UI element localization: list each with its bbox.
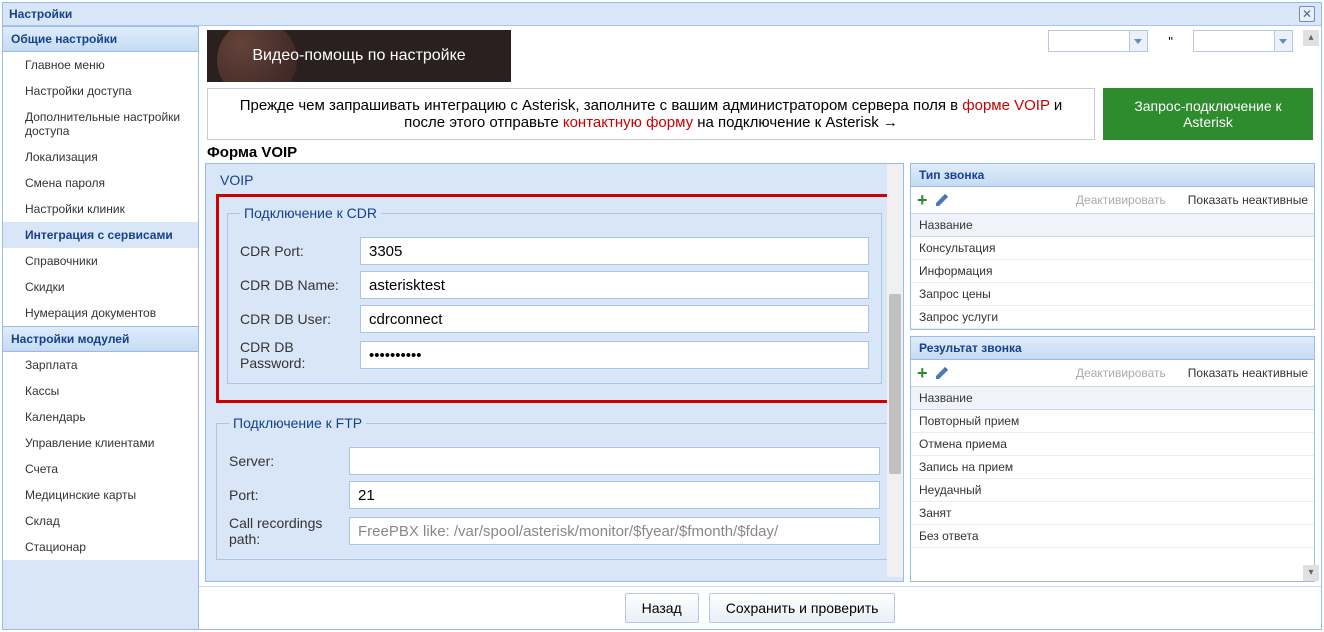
cdr-dbname-input[interactable] [360,271,869,299]
sidebar-group-modules[interactable]: Настройки модулей [3,326,198,352]
show-inactive-link[interactable]: Показать неактивные [1188,193,1308,207]
sidebar-item[interactable]: Дополнительные настройки доступа [3,104,198,144]
ftp-path-label: Call recordings path: [229,515,349,547]
title-bar: Настройки ✕ [3,3,1321,26]
cdr-port-input[interactable] [360,237,869,265]
sidebar-item[interactable]: Управление клиентами [3,430,198,456]
back-button[interactable]: Назад [625,593,699,623]
sidebar-item[interactable]: Главное меню [3,52,198,78]
sidebar-item[interactable]: Нумерация документов [3,300,198,326]
scroll-up-icon[interactable]: ▴ [1303,30,1319,46]
ftp-port-label: Port: [229,487,349,503]
cdr-port-label: CDR Port: [240,243,360,259]
window-title: Настройки [9,7,72,21]
sidebar-item[interactable]: Кассы [3,378,198,404]
column-header[interactable]: Название [911,387,1314,410]
cdr-dbpass-input[interactable] [360,341,869,369]
cdr-dbname-label: CDR DB Name: [240,277,360,293]
sidebar-item[interactable]: Календарь [3,404,198,430]
table-row[interactable]: Информация [911,260,1314,283]
sidebar-item[interactable]: Зарплата [3,352,198,378]
table-row[interactable]: Занят [911,502,1314,525]
window-body: Общие настройки Главное менюНастройки до… [3,26,1321,629]
table-row[interactable]: Запись на прием [911,456,1314,479]
call-type-panel: Тип звонка + Деактивировать Показать неа… [910,163,1315,330]
sidebar-group-general[interactable]: Общие настройки [3,26,198,52]
right-column: Тип звонка + Деактивировать Показать неа… [910,163,1315,582]
table-row[interactable]: Отмена приема [911,433,1314,456]
cdr-fieldset: Подключение к CDR CDR Port: CDR DB Name:… [227,205,882,384]
add-icon[interactable]: + [917,191,928,209]
cdr-dbpass-label: CDR DB Password: [240,339,360,371]
cdr-dbuser-input[interactable] [360,305,869,333]
sidebar-item[interactable]: Медицинские карты [3,482,198,508]
chevron-down-icon[interactable] [1274,31,1292,51]
request-connection-button[interactable]: Запрос-подключение к Asterisk [1103,88,1313,140]
table-row[interactable]: Без ответа [911,525,1314,548]
dropdown-1[interactable] [1048,30,1148,52]
cdr-dbuser-label: CDR DB User: [240,311,360,327]
sidebar-item[interactable]: Стационар [3,534,198,560]
table-row[interactable]: Запрос цены [911,283,1314,306]
table-row[interactable]: Повторный прием [911,410,1314,433]
sidebar-item[interactable]: Интеграция с сервисами [3,222,198,248]
cdr-highlight-box: Подключение к CDR CDR Port: CDR DB Name:… [216,194,893,403]
edit-icon[interactable] [934,192,950,208]
deactivate-link[interactable]: Деактивировать [1076,366,1166,380]
left-scrollbar[interactable] [887,164,903,577]
sidebar-item[interactable]: Смена пароля [3,170,198,196]
sidebar-item[interactable]: Локализация [3,144,198,170]
add-icon[interactable]: + [917,364,928,382]
main-scrollbar[interactable]: ▴ ▾ [1303,30,1319,581]
ftp-server-label: Server: [229,453,349,469]
voip-form-panel: VOIP Подключение к CDR CDR Port: CDR DB … [205,163,904,582]
table-row[interactable]: Консультация [911,237,1314,260]
form-title: Форма VOIP [199,140,1321,163]
sidebar-item[interactable]: Настройки доступа [3,78,198,104]
sidebar: Общие настройки Главное менюНастройки до… [3,26,199,629]
voip-legend: VOIP [216,172,893,194]
info-message: Прежде чем запрашивать интеграцию с Aste… [207,88,1095,140]
show-inactive-link[interactable]: Показать неактивные [1188,366,1308,380]
save-check-button[interactable]: Сохранить и проверить [709,593,896,623]
sidebar-item[interactable]: Склад [3,508,198,534]
dropdown-2[interactable] [1193,30,1293,52]
sidebar-item[interactable]: Счета [3,456,198,482]
table-row[interactable]: Запрос услуги [911,306,1314,329]
ftp-fieldset: Подключение к FTP Server: Port: Call rec… [216,415,893,560]
call-result-panel: Результат звонка + Деактивировать Показа… [910,336,1315,582]
ftp-path-input[interactable] [349,517,880,545]
close-button[interactable]: ✕ [1299,6,1315,22]
sidebar-item[interactable]: Скидки [3,274,198,300]
settings-window: Настройки ✕ Общие настройки Главное меню… [2,2,1322,630]
scroll-down-icon[interactable]: ▾ [1303,565,1319,581]
chevron-down-icon[interactable] [1129,31,1147,51]
ftp-port-input[interactable] [349,481,880,509]
sidebar-item[interactable]: Настройки клиник [3,196,198,222]
video-help-banner[interactable]: Видео-помощь по настройке [207,30,511,82]
edit-icon[interactable] [934,365,950,381]
column-header[interactable]: Название [911,214,1314,237]
table-row[interactable]: Неудачный [911,479,1314,502]
sidebar-item[interactable]: Справочники [3,248,198,274]
main-content: Видео-помощь по настройке " Прежде чем з… [199,26,1321,629]
ftp-server-input[interactable] [349,447,880,475]
deactivate-link[interactable]: Деактивировать [1076,193,1166,207]
footer-buttons: Назад Сохранить и проверить [199,586,1321,629]
